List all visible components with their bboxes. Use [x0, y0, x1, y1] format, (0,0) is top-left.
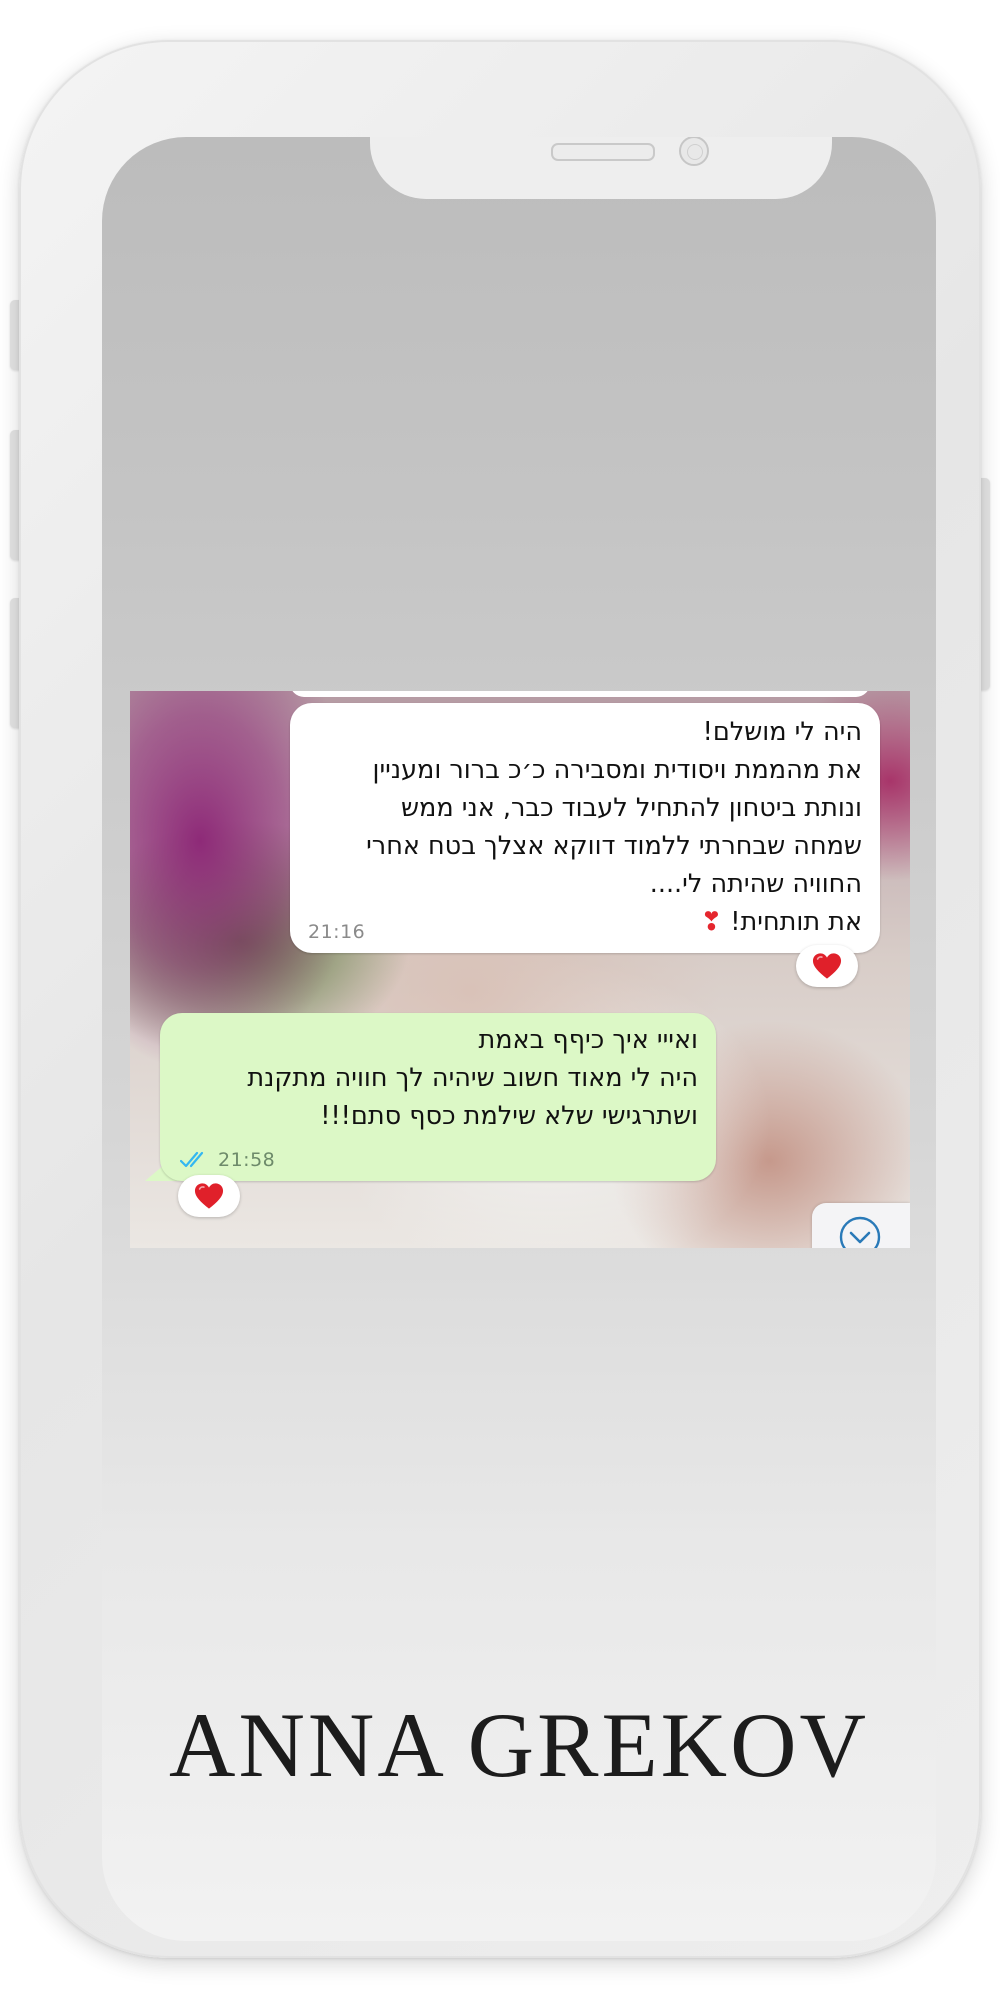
scroll-to-bottom-button[interactable]: [812, 1203, 910, 1248]
previous-message-edge: [290, 691, 870, 697]
message-line: את מהממת ויסודית ומסבירה כ׳כ ברור ומעניי…: [372, 755, 863, 785]
incoming-message-text: היה לי מושלם! את מהממת ויסודית ומסבירה כ…: [312, 713, 862, 941]
chevron-down-circle-icon: [839, 1216, 881, 1248]
earpiece-speaker: [551, 143, 655, 161]
page: היה לי מושלם! את מהממת ויסודית ומסבירה כ…: [0, 0, 1000, 2000]
message-line: היה לי מאוד חשוב שיהיה לך חוויה מתקנת: [247, 1063, 698, 1093]
front-camera-icon: [679, 137, 709, 166]
heart-exclamation-emoji: ❣: [700, 907, 723, 937]
outgoing-message-time: 21:58: [218, 1149, 276, 1171]
incoming-message-time: 21:16: [308, 921, 366, 943]
message-line: ואייי איך כיףף באמת: [478, 1025, 698, 1055]
brand-name: ANNA GREKOV: [169, 1694, 869, 1796]
phone-notch: [370, 137, 832, 199]
heart-icon: [194, 1183, 224, 1209]
heart-icon: [812, 953, 842, 979]
incoming-message-bubble: היה לי מושלם! את מהממת ויסודית ומסבירה כ…: [290, 703, 880, 953]
phone-mockup: היה לי מושלם! את מהממת ויסודית ומסבירה כ…: [19, 40, 981, 1958]
message-line: ונותת ביטחון להתחיל לעבוד כבר, אני ממש: [400, 793, 862, 823]
message-line: היה לי מושלם!: [702, 717, 862, 747]
incoming-reaction-badge[interactable]: [796, 945, 858, 987]
message-line: ושתרגישי שלא שילמת כסף סתם!!!: [320, 1101, 698, 1131]
message-line: שמחה שבחרתי ללמוד דווקא אצלך בטח אחרי: [366, 831, 862, 861]
double-check-icon: [180, 1151, 204, 1168]
message-line: החוויה שהיתה לי....: [649, 869, 862, 899]
outgoing-reaction-badge[interactable]: [178, 1175, 240, 1217]
message-line-text: את תותחית!: [730, 907, 862, 937]
outgoing-message-bubble: ואייי איך כיףף באמת היה לי מאוד חשוב שיה…: [160, 1013, 716, 1181]
outgoing-message-text: ואייי איך כיףף באמת היה לי מאוד חשוב שיה…: [182, 1021, 698, 1135]
phone-screen: היה לי מושלם! את מהממת ויסודית ומסבירה כ…: [102, 137, 936, 1941]
message-line-last: את תותחית! ❣: [312, 903, 862, 941]
outgoing-message-meta: 21:58: [180, 1149, 275, 1171]
chat-screenshot: היה לי מושלם! את מהממת ויסודית ומסבירה כ…: [130, 691, 910, 1248]
